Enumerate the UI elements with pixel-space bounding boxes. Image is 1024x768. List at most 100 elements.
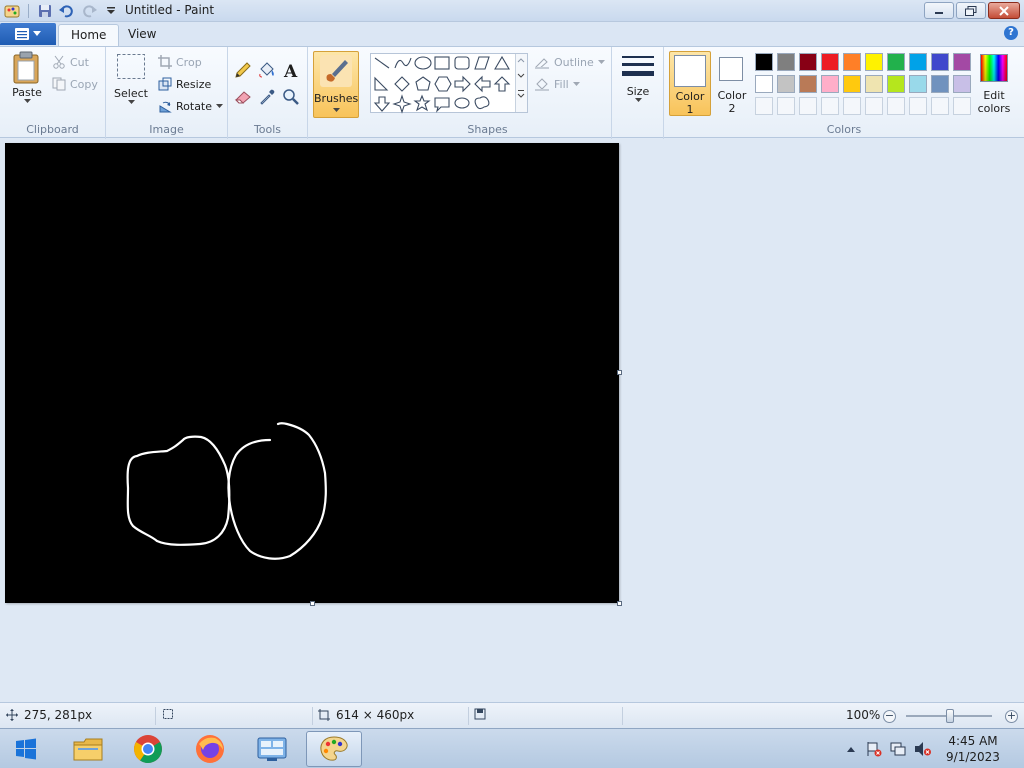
color1-label: Color xyxy=(675,90,705,103)
color-picker-icon[interactable] xyxy=(257,87,277,107)
paint-menu-button[interactable] xyxy=(0,23,56,45)
shapes-gallery xyxy=(370,53,528,114)
palette-swatch[interactable] xyxy=(909,75,927,93)
copy-button[interactable]: Copy xyxy=(52,75,98,93)
palette-swatch[interactable] xyxy=(799,53,817,71)
canvas-drawing xyxy=(126,422,327,560)
resize-handle-right[interactable] xyxy=(617,370,622,375)
color2-button[interactable]: Color 2 xyxy=(713,51,751,116)
custom-color-slot[interactable] xyxy=(887,97,905,115)
magnifier-icon[interactable] xyxy=(281,87,301,107)
crop-icon xyxy=(158,55,172,69)
custom-color-slot[interactable] xyxy=(865,97,883,115)
palette-swatch[interactable] xyxy=(821,53,839,71)
resize-button[interactable]: Resize xyxy=(158,75,211,93)
resize-handle-corner[interactable] xyxy=(617,601,622,606)
windows-logo-icon xyxy=(16,738,36,760)
crop-button[interactable]: Crop xyxy=(158,53,202,71)
paste-label: Paste xyxy=(12,86,42,99)
selection-size xyxy=(162,708,174,720)
zoom-slider-thumb[interactable] xyxy=(946,709,954,723)
taskbar-paint[interactable] xyxy=(306,731,362,767)
drawing-canvas[interactable] xyxy=(5,143,622,606)
shapes-scroll-arrows-icon xyxy=(517,58,525,98)
clock[interactable]: 4:45 AM 9/1/2023 xyxy=(944,733,1002,765)
palette-swatch[interactable] xyxy=(931,53,949,71)
palette-swatch[interactable] xyxy=(953,53,971,71)
restore-button[interactable] xyxy=(956,2,986,19)
custom-color-slot[interactable] xyxy=(799,97,817,115)
taskbar-file-explorer[interactable] xyxy=(60,731,116,767)
palette-swatch[interactable] xyxy=(843,53,861,71)
custom-color-slot[interactable] xyxy=(843,97,861,115)
color1-button[interactable]: Color 1 xyxy=(669,51,711,116)
save-icon[interactable] xyxy=(37,3,53,19)
palette-swatch[interactable] xyxy=(865,53,883,71)
redo-icon[interactable] xyxy=(81,3,97,19)
file-size xyxy=(474,708,486,720)
crosshair-icon xyxy=(6,709,18,721)
ribbon: Paste Cut Copy Clipboard Select Crop Res… xyxy=(0,46,1024,139)
zoom-in-button[interactable]: + xyxy=(1005,710,1018,723)
rotate-button[interactable]: Rotate xyxy=(158,97,224,115)
zoom-out-button[interactable]: − xyxy=(883,710,896,723)
palette-swatch[interactable] xyxy=(953,75,971,93)
palette-swatch[interactable] xyxy=(755,53,773,71)
canvas-size: 614 × 460px xyxy=(318,708,414,722)
taskbar-firefox[interactable] xyxy=(182,731,238,767)
palette-swatch[interactable] xyxy=(887,53,905,71)
taskbar-control-panel[interactable] xyxy=(244,731,300,767)
edit-colors-button[interactable]: Edit colors xyxy=(976,51,1012,116)
palette-swatch[interactable] xyxy=(777,53,795,71)
action-center-icon[interactable] xyxy=(866,741,882,757)
palette-swatch[interactable] xyxy=(909,53,927,71)
pencil-icon[interactable] xyxy=(233,60,253,80)
paste-button[interactable]: Paste xyxy=(8,51,46,104)
palette-swatch[interactable] xyxy=(777,75,795,93)
text-tool-icon[interactable]: A xyxy=(281,60,301,80)
resize-handle-bottom[interactable] xyxy=(310,601,315,606)
outline-button[interactable]: Outline xyxy=(534,53,605,71)
status-separator xyxy=(312,707,313,725)
select-button[interactable]: Select xyxy=(114,53,148,105)
cursor-position: 275, 281px xyxy=(6,708,92,722)
tab-home[interactable]: Home xyxy=(58,24,120,46)
status-bar: 275, 281px 614 × 460px 100% − + xyxy=(0,702,1024,728)
start-button[interactable] xyxy=(0,731,52,767)
taskbar-chrome[interactable] xyxy=(120,731,176,767)
network-icon[interactable] xyxy=(890,741,906,757)
image-group-label: Image xyxy=(149,123,184,136)
custom-color-slot[interactable] xyxy=(777,97,795,115)
help-icon[interactable]: ? xyxy=(1004,26,1018,40)
size-button[interactable]: Size xyxy=(618,53,658,103)
shapes-scrollbar[interactable] xyxy=(515,54,527,112)
palette-swatch[interactable] xyxy=(931,75,949,93)
palette-swatch[interactable] xyxy=(865,75,883,93)
palette-swatch[interactable] xyxy=(799,75,817,93)
rotate-icon xyxy=(159,101,172,113)
tab-view[interactable]: View xyxy=(116,24,168,46)
minimize-button[interactable] xyxy=(924,2,954,19)
palette-swatch[interactable] xyxy=(843,75,861,93)
custom-color-slot[interactable] xyxy=(821,97,839,115)
palette-swatch[interactable] xyxy=(887,75,905,93)
customize-qat-icon[interactable] xyxy=(103,3,119,19)
custom-color-slot[interactable] xyxy=(953,97,971,115)
custom-color-slot[interactable] xyxy=(755,97,773,115)
close-button[interactable] xyxy=(988,2,1020,19)
custom-color-slot[interactable] xyxy=(931,97,949,115)
chrome-icon xyxy=(134,735,162,763)
palette-swatch[interactable] xyxy=(755,75,773,93)
eraser-icon[interactable] xyxy=(233,87,253,107)
custom-color-slot[interactable] xyxy=(909,97,927,115)
cut-button[interactable]: Cut xyxy=(52,53,89,71)
undo-icon[interactable] xyxy=(59,3,75,19)
show-hidden-icons-icon[interactable] xyxy=(846,745,856,753)
fill-button[interactable]: Fill xyxy=(534,75,580,93)
svg-text:A: A xyxy=(283,62,298,79)
paint-app-icon[interactable] xyxy=(4,3,20,19)
volume-muted-icon[interactable] xyxy=(914,741,932,757)
palette-swatch[interactable] xyxy=(821,75,839,93)
fill-bucket-icon[interactable] xyxy=(257,60,277,80)
brushes-button[interactable]: Brushes xyxy=(313,51,359,118)
